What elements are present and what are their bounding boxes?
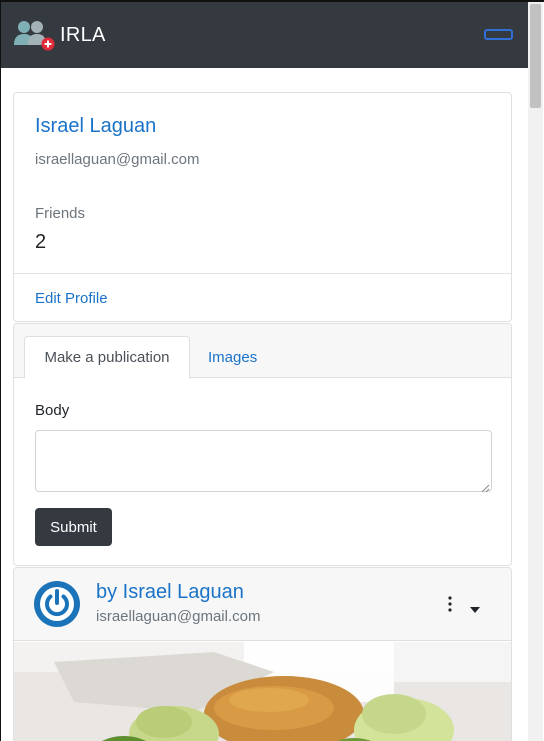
tab-make-publication[interactable]: Make a publication [24, 336, 190, 379]
navbar: IRLA [1, 2, 528, 68]
submit-button[interactable]: Submit [35, 508, 112, 546]
brand-name: IRLA [60, 23, 106, 46]
publication-email: israellaguan@gmail.com [96, 608, 261, 625]
scrollbar-thumb[interactable] [530, 4, 541, 108]
users-add-icon [14, 18, 56, 52]
publication-image[interactable] [14, 642, 511, 741]
power-avatar-icon[interactable] [34, 581, 80, 627]
profile-name[interactable]: Israel Laguan [35, 115, 156, 138]
publication-composer: Make a publication Images Body Submit [13, 323, 512, 566]
body-label: Body [35, 402, 70, 419]
caret-down-icon[interactable] [469, 601, 481, 613]
edit-profile-link[interactable]: Edit Profile [35, 290, 108, 307]
scrollbar[interactable] [528, 2, 543, 741]
profile-card: Israel Laguan israellaguan@gmail.com Fri… [13, 92, 512, 322]
menu-toggle-icon[interactable] [484, 29, 513, 40]
body-textarea[interactable] [35, 430, 492, 492]
brand[interactable]: IRLA [14, 18, 106, 52]
friends-label: Friends [35, 205, 86, 222]
tab-images[interactable]: Images [208, 336, 257, 379]
kebab-menu-icon[interactable] [444, 593, 456, 615]
resize-grip-icon[interactable] [480, 480, 490, 493]
divider [14, 273, 511, 274]
profile-email: israellaguan@gmail.com [35, 151, 200, 168]
main-content: Israel Laguan israellaguan@gmail.com Fri… [13, 92, 512, 741]
publication-header: by Israel Laguan israellaguan@gmail.com [14, 568, 511, 641]
publication-card: by Israel Laguan israellaguan@gmail.com [13, 567, 512, 741]
friends-count: 2 [35, 231, 47, 253]
publication-author[interactable]: by Israel Laguan [96, 581, 244, 604]
